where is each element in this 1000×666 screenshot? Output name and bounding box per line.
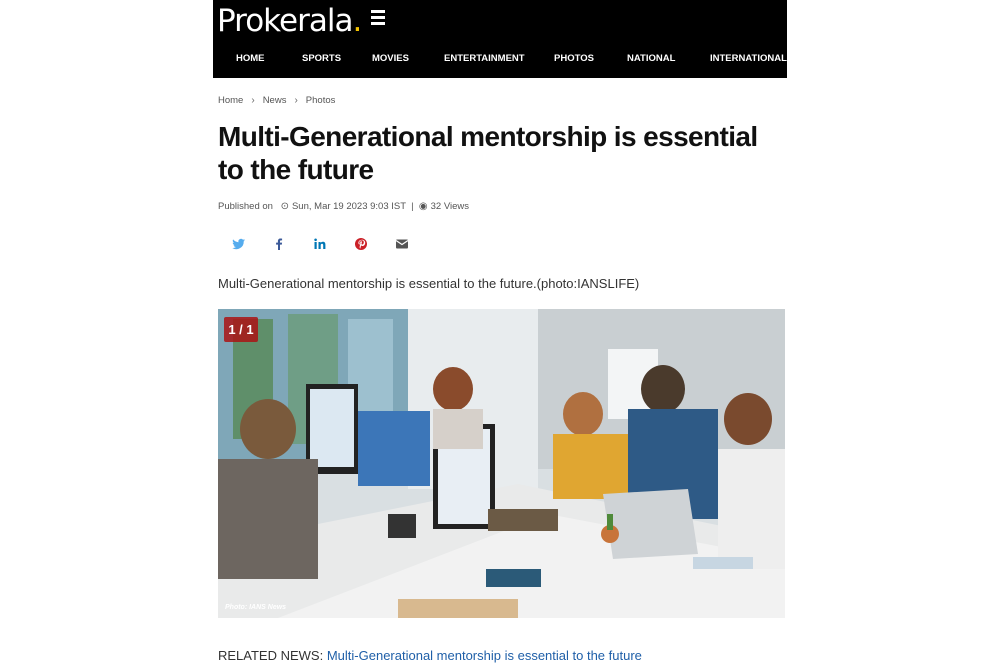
article-meta: Published on ⊙ Sun, Mar 19 2023 9:03 IST … [218, 201, 469, 212]
chevron-right-icon: › [294, 95, 298, 106]
nav-sports[interactable]: SPORTS [302, 53, 341, 64]
eye-icon: ◉ [418, 201, 428, 212]
nav-photos[interactable]: PHOTOS [554, 53, 594, 64]
hamburger-menu-icon[interactable] [371, 10, 385, 26]
meta-separator: | [408, 201, 417, 212]
logo-text: Prokerala [217, 3, 353, 39]
breadcrumb-news[interactable]: News [263, 95, 287, 106]
related-news-link[interactable]: Multi-Generational mentorship is essenti… [327, 648, 642, 663]
breadcrumb-home[interactable]: Home [218, 95, 243, 106]
share-bar [213, 235, 433, 253]
page-title: Multi-Generational mentorship is essenti… [218, 121, 758, 185]
nav-entertainment[interactable]: ENTERTAINMENT [444, 53, 525, 64]
published-label: Published on [218, 201, 273, 212]
article-photo[interactable]: 1 / 1 Photo: IANS News [218, 309, 785, 618]
clock-icon: ⊙ [280, 201, 289, 212]
linkedin-icon[interactable] [311, 235, 329, 253]
twitter-icon[interactable] [230, 235, 248, 253]
published-date: Sun, Mar 19 2023 9:03 IST [291, 201, 406, 212]
nav-international[interactable]: INTERNATIONAL [710, 53, 787, 64]
email-icon[interactable] [393, 235, 411, 253]
nav-home[interactable]: HOME [236, 53, 265, 64]
facebook-icon[interactable] [270, 235, 288, 253]
breadcrumb-photos[interactable]: Photos [306, 95, 336, 106]
photo-counter: 1 / 1 [224, 317, 258, 342]
photo-caption: Multi-Generational mentorship is essenti… [218, 276, 640, 291]
nav-national[interactable]: NATIONAL [627, 53, 675, 64]
logo-dot: . [352, 3, 362, 39]
photo-credit: Photo: IANS News [225, 604, 287, 611]
nav-movies[interactable]: MOVIES [372, 53, 409, 64]
office-photo-illustration [218, 309, 785, 618]
view-count: 32 Views [430, 201, 470, 212]
pinterest-icon[interactable] [352, 235, 370, 253]
related-news: RELATED NEWS: Multi-Generational mentors… [218, 648, 642, 663]
breadcrumb: Home › News › Photos [218, 95, 335, 106]
related-label: RELATED NEWS: [218, 648, 324, 663]
chevron-right-icon: › [251, 95, 255, 106]
site-header: Prokerala. HOME SPORTS MOVIES ENTERTAINM… [213, 0, 787, 78]
site-logo[interactable]: Prokerala. [217, 3, 362, 39]
main-nav: HOME SPORTS MOVIES ENTERTAINMENT PHOTOS … [213, 48, 787, 72]
